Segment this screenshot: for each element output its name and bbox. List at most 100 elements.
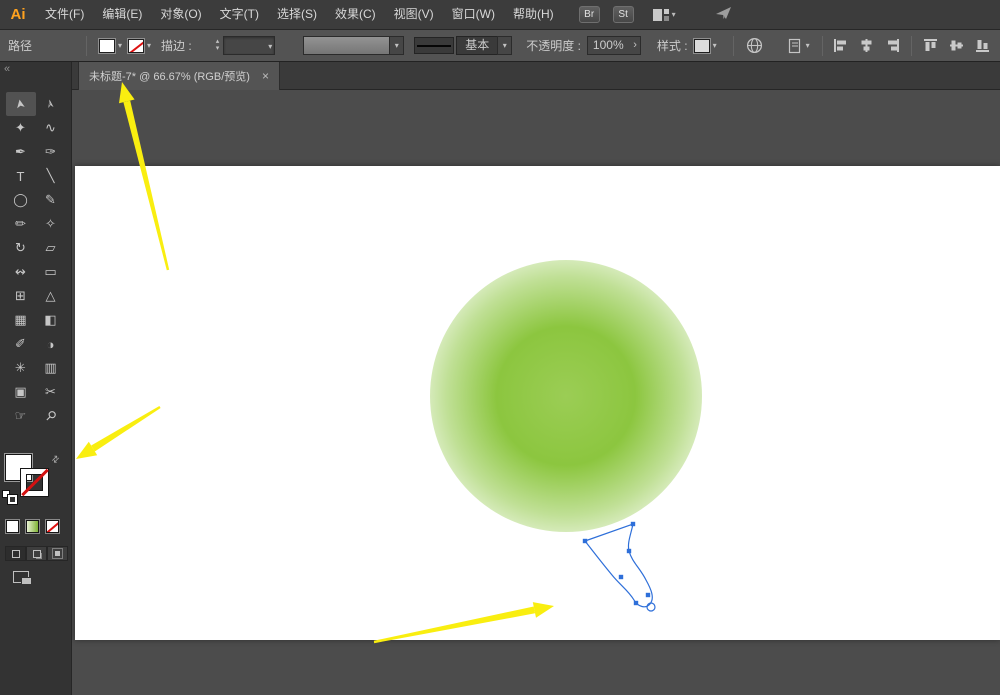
eyedropper-tool[interactable]: ✐ bbox=[6, 332, 36, 356]
share-button[interactable] bbox=[715, 5, 733, 24]
menu-view[interactable]: 视图(V) bbox=[385, 0, 443, 29]
style-dropdown[interactable]: ▾ bbox=[693, 36, 717, 56]
tool-icon: ⊞ bbox=[15, 288, 26, 303]
shape-builder-tool[interactable]: ⊞ bbox=[6, 284, 36, 308]
menu-select[interactable]: 选择(S) bbox=[268, 0, 326, 29]
zoom-tool[interactable]: ⚲ bbox=[36, 404, 66, 428]
menu-item-label: 帮助(H) bbox=[512, 7, 554, 21]
panel-collapse-button[interactable]: « bbox=[0, 62, 71, 78]
width-tool[interactable]: ↭ bbox=[6, 260, 36, 284]
blend-tool[interactable]: ◑ bbox=[36, 332, 66, 356]
stroke-width-stepper[interactable]: ▴ ▾ bbox=[216, 38, 220, 53]
stroke-label: 描边 : bbox=[161, 39, 192, 53]
magic-wand-tool[interactable]: ✦ bbox=[6, 116, 36, 140]
align-middle-icon[interactable] bbox=[949, 38, 964, 53]
column-graph-tool[interactable]: ▥ bbox=[36, 356, 66, 380]
draw-behind-button[interactable] bbox=[26, 546, 47, 561]
stock-button[interactable]: St bbox=[612, 6, 634, 23]
perspective-grid-tool[interactable]: △ bbox=[36, 284, 66, 308]
direct-selection-tool[interactable]: ➢ bbox=[36, 92, 66, 116]
document-tab[interactable]: 未标题-7* @ 66.67% (RGB/预览) × bbox=[78, 62, 280, 90]
divider bbox=[821, 35, 823, 56]
recolor-artwork-button[interactable] bbox=[746, 37, 763, 54]
document-setup-button[interactable]: ▾ bbox=[787, 38, 810, 54]
divider bbox=[732, 35, 734, 56]
gradient-circle-object[interactable] bbox=[430, 260, 702, 532]
artboard-tool[interactable]: ▣ bbox=[6, 380, 36, 404]
free-transform-tool[interactable]: ▭ bbox=[36, 260, 66, 284]
paintbrush-tool[interactable]: ✎ bbox=[36, 188, 66, 212]
gradient-tool[interactable]: ◧ bbox=[36, 308, 66, 332]
tool-icon: ✳ bbox=[15, 360, 26, 375]
menu-object[interactable]: 对象(O) bbox=[151, 0, 210, 29]
fill-color-dropdown[interactable]: ▾ bbox=[99, 36, 122, 56]
align-bottom-icon[interactable] bbox=[975, 38, 990, 53]
ellipse-tool[interactable]: ◯ bbox=[6, 188, 36, 212]
chevron-down-icon: ▾ bbox=[712, 41, 717, 50]
swap-fill-stroke-icon[interactable]: ⇄ bbox=[49, 453, 62, 466]
brush-definition-select[interactable] bbox=[303, 36, 390, 55]
canvas-area[interactable] bbox=[72, 90, 1000, 695]
symbol-sprayer-tool[interactable]: ✳ bbox=[6, 356, 36, 380]
tool-icon: ↻ bbox=[15, 240, 26, 255]
menu-type[interactable]: 文字(T) bbox=[211, 0, 268, 29]
chevron-down-icon: ▾ bbox=[805, 41, 810, 50]
draw-inside-button[interactable] bbox=[47, 546, 68, 561]
brush-basic-button[interactable]: 基本 bbox=[456, 36, 498, 55]
menu-file[interactable]: 文件(F) bbox=[36, 0, 93, 29]
stroke-color-indicator[interactable] bbox=[21, 469, 48, 496]
none-button[interactable] bbox=[46, 520, 59, 533]
menu-window[interactable]: 窗口(W) bbox=[443, 0, 504, 29]
lasso-tool[interactable]: ∿ bbox=[36, 116, 66, 140]
align-top-icon[interactable] bbox=[923, 38, 938, 53]
type-tool[interactable]: T bbox=[6, 164, 36, 188]
app-logo: Ai bbox=[10, 6, 26, 23]
tool-icon: ☞ bbox=[14, 408, 27, 423]
stroke-color-dropdown[interactable]: ▾ bbox=[128, 36, 151, 56]
menu-edit[interactable]: 编辑(E) bbox=[93, 0, 151, 29]
tool-icon: ◧ bbox=[44, 312, 57, 327]
shaper-tool[interactable]: ✧ bbox=[36, 212, 66, 236]
draw-normal-button[interactable] bbox=[5, 546, 26, 561]
menu-item-label: 窗口(W) bbox=[451, 7, 495, 21]
tool-icon: ✑ bbox=[45, 144, 56, 159]
menu-help[interactable]: 帮助(H) bbox=[504, 0, 563, 29]
align-left-icon[interactable] bbox=[833, 38, 848, 53]
menu-effect[interactable]: 效果(C) bbox=[326, 0, 385, 29]
hand-tool[interactable]: ☞ bbox=[6, 404, 36, 428]
curvature-tool[interactable]: ✑ bbox=[36, 140, 66, 164]
fill-stroke-control: ⇄ bbox=[0, 452, 72, 508]
chevron-down-icon: ▾ bbox=[671, 10, 676, 19]
align-right-icon[interactable] bbox=[885, 38, 900, 53]
brush-dropdown-button[interactable]: ▾ bbox=[389, 36, 405, 55]
collapse-icon: « bbox=[4, 63, 11, 75]
rotate-tool[interactable]: ↻ bbox=[6, 236, 36, 260]
screen-mode-button[interactable] bbox=[13, 571, 37, 589]
selection-tool[interactable]: ➤ bbox=[5, 92, 36, 116]
gradient-button[interactable] bbox=[26, 520, 39, 533]
align-center-icon[interactable] bbox=[859, 38, 874, 53]
pen-tool[interactable]: ✒ bbox=[6, 140, 36, 164]
basic-dropdown-button[interactable]: ▾ bbox=[497, 36, 513, 55]
slice-tool[interactable]: ✂ bbox=[36, 380, 66, 404]
stroke-width-select[interactable]: ▾ bbox=[223, 36, 276, 55]
context-label: 路径 bbox=[8, 39, 33, 53]
pencil-tool[interactable]: ✏ bbox=[6, 212, 36, 236]
workspace-switcher[interactable]: ▾ bbox=[652, 7, 676, 23]
default-fill-stroke-icon[interactable] bbox=[2, 490, 18, 504]
mesh-tool[interactable]: ▦ bbox=[6, 308, 36, 332]
color-mode-buttons bbox=[6, 520, 59, 533]
fill-swatch bbox=[99, 38, 116, 53]
opacity-select[interactable]: 100% › bbox=[586, 36, 641, 55]
bridge-button[interactable]: Br bbox=[578, 6, 600, 23]
color-button[interactable] bbox=[6, 520, 19, 533]
menu-bar: Ai 文件(F) 编辑(E) 对象(O) 文字(T) 选择(S) 效果(C) 视图(V) 窗口… bbox=[0, 0, 1000, 30]
document-icon bbox=[788, 38, 800, 53]
close-icon[interactable]: × bbox=[262, 69, 269, 83]
tool-icon: ✎ bbox=[45, 192, 56, 207]
style-swatch bbox=[693, 38, 710, 53]
tool-icon: ▦ bbox=[14, 312, 27, 327]
tool-icon: ➤ bbox=[12, 97, 29, 111]
scale-tool[interactable]: ▱ bbox=[36, 236, 66, 260]
line-segment-tool[interactable]: ╲ bbox=[36, 164, 66, 188]
